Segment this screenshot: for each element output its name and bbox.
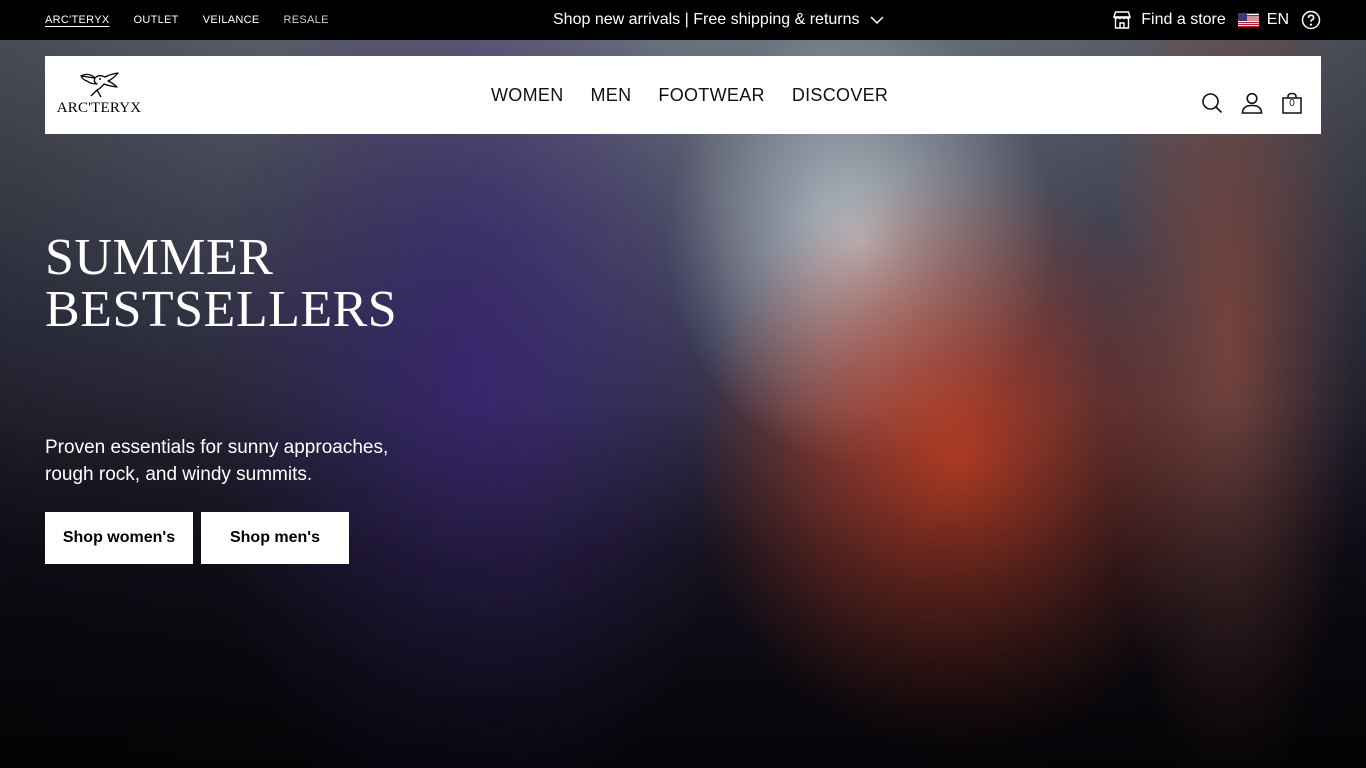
- language-label: EN: [1266, 11, 1289, 28]
- hero-subtitle: Proven essentials for sunny approaches, …: [45, 437, 389, 485]
- hero-title-line-1: SUMMER: [45, 229, 274, 286]
- chevron-down-icon: [870, 16, 884, 25]
- promo-text: Shop new arrivals | Free shipping & retu…: [553, 11, 860, 28]
- nav-item-discover[interactable]: DISCOVER: [792, 85, 888, 106]
- account-icon[interactable]: [1241, 92, 1263, 114]
- primary-nav: WOMEN MEN FOOTWEAR DISCOVER: [491, 56, 888, 134]
- shop-womens-button[interactable]: Shop women's: [45, 512, 193, 564]
- find-a-store-label: Find a store: [1141, 11, 1226, 28]
- hero-overlay: [0, 40, 1366, 768]
- logo-wordmark: ARC'TERYX: [56, 100, 142, 116]
- help-icon[interactable]: [1301, 10, 1321, 30]
- shop-mens-button[interactable]: Shop men's: [201, 512, 349, 564]
- hero-title-line-2: BESTSELLERS: [45, 281, 398, 338]
- header-actions: 0: [1201, 92, 1303, 114]
- site-logo[interactable]: ARC'TERYX: [57, 70, 141, 120]
- hero-title: SUMMER BESTSELLERS: [45, 232, 397, 336]
- nav-item-footwear[interactable]: FOOTWEAR: [658, 85, 764, 106]
- main-header: ARC'TERYX WOMEN MEN FOOTWEAR DISCOVER 0: [45, 56, 1321, 134]
- brand-link-veilance[interactable]: VEILANCE: [203, 14, 260, 26]
- nav-item-women[interactable]: WOMEN: [491, 85, 564, 106]
- utility-bar: ARC'TERYX OUTLET VEILANCE RESALE Shop ne…: [0, 0, 1366, 40]
- find-a-store-link[interactable]: Find a store: [1112, 10, 1226, 30]
- cart-button[interactable]: 0: [1281, 92, 1303, 114]
- nav-item-men[interactable]: MEN: [591, 85, 632, 106]
- brand-links: ARC'TERYX OUTLET VEILANCE RESALE: [45, 0, 329, 40]
- hero-image: [0, 40, 1366, 768]
- archaeopteryx-logo-icon: [80, 72, 119, 98]
- us-flag-icon: [1237, 13, 1259, 27]
- promo-banner[interactable]: Shop new arrivals | Free shipping & retu…: [553, 0, 884, 40]
- cart-count: 0: [1289, 98, 1295, 109]
- brand-link-resale[interactable]: RESALE: [284, 14, 329, 26]
- utility-links: Find a store EN: [1112, 0, 1321, 40]
- brand-link-arcteryx[interactable]: ARC'TERYX: [45, 14, 110, 26]
- brand-link-outlet[interactable]: OUTLET: [134, 14, 179, 26]
- store-icon: [1113, 11, 1132, 29]
- language-selector[interactable]: EN: [1237, 11, 1289, 29]
- hero-cta-group: Shop women's Shop men's: [45, 512, 349, 564]
- search-icon[interactable]: [1201, 92, 1223, 114]
